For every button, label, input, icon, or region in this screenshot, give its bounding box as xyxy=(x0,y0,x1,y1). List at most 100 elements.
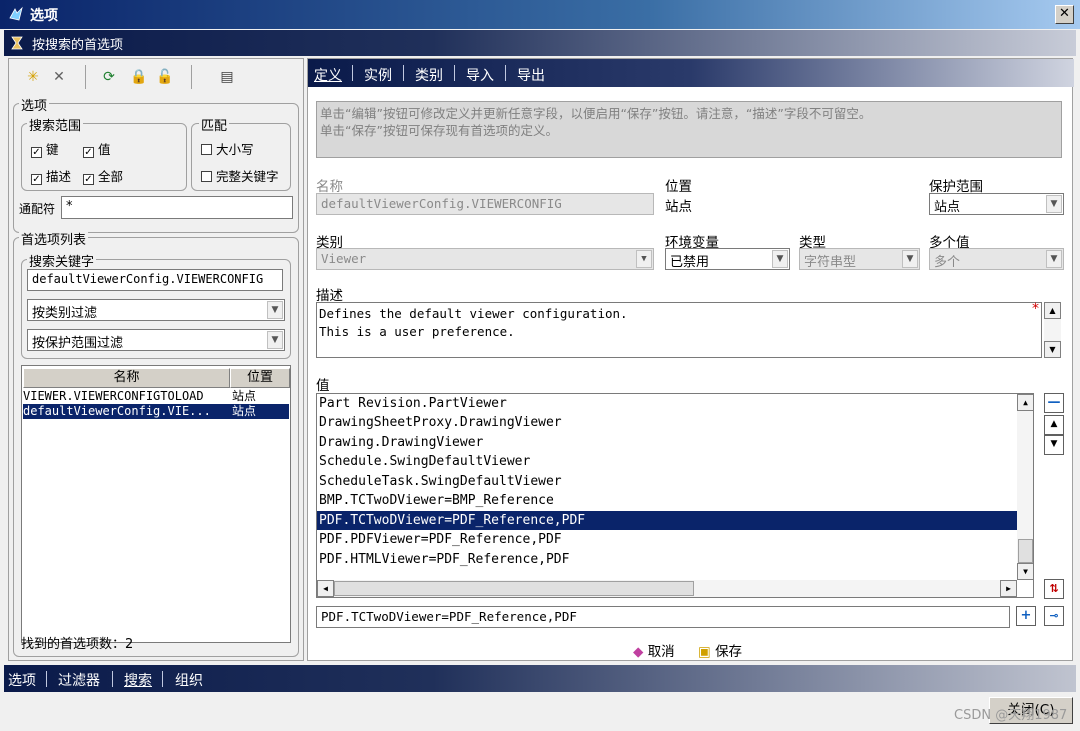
move-up-button[interactable]: ▲ xyxy=(1044,415,1064,435)
list-item[interactable]: Part Revision.PartViewer xyxy=(319,394,507,413)
list-item[interactable]: BMP.TCTwoDViewer=BMP_Reference xyxy=(319,491,554,510)
new-icon[interactable]: ✳ xyxy=(23,67,43,87)
cancel-button[interactable]: ◆ 取消 xyxy=(633,640,675,660)
sort-button[interactable]: ⇅ xyxy=(1044,579,1064,599)
chevron-down-icon: ▼ xyxy=(772,250,788,268)
move-down-button[interactable]: ▼ xyxy=(1044,435,1064,455)
list-item[interactable]: ScheduleTask.SwingDefaultViewer xyxy=(319,472,562,491)
chevron-down-icon: ▼ xyxy=(267,331,283,349)
section-title: 按搜索的首选项 xyxy=(32,38,124,53)
list-item[interactable]: PDF.PDFViewer=PDF_Reference,PDF xyxy=(319,530,562,549)
description-scrollbar[interactable]: ▲ ▼ xyxy=(1044,302,1061,358)
tab-filters[interactable]: 过滤器 xyxy=(58,670,100,690)
cancel-icon: ◆ xyxy=(633,644,644,660)
scroll-up-icon: ▲ xyxy=(1017,394,1033,411)
values-vscrollbar[interactable]: ▲ ▼ xyxy=(1017,394,1033,580)
scope-key-checkbox[interactable]: ✓ 键 xyxy=(31,139,59,158)
list-item[interactable]: DrawingSheetProxy.DrawingViewer xyxy=(319,413,562,432)
chevron-down-icon: ▼ xyxy=(636,250,652,268)
values-list[interactable]: Part Revision.PartViewer DrawingSheetPro… xyxy=(316,393,1034,598)
delete-icon[interactable]: ✕ xyxy=(49,67,69,87)
window-title: 选项 xyxy=(30,8,58,24)
sort-az-icon: ⇅ xyxy=(1049,582,1059,595)
options-legend: 选项 xyxy=(19,95,50,114)
value-edit-input[interactable]: PDF.TCTwoDViewer=PDF_Reference,PDF xyxy=(316,606,1010,628)
location-label: 位置 xyxy=(665,179,692,195)
scroll-thumb xyxy=(1018,539,1033,563)
left-panel: ✳ ✕ ⟳ 🔒 🔓 ▤ 选项 搜索范围 ✓ 键 ✓ 值 ✓ 描述 ✓ 全部 匹配 大小写… xyxy=(8,58,304,661)
column-header-name[interactable]: 名称 xyxy=(23,368,230,388)
scroll-down-icon: ▼ xyxy=(1044,341,1061,358)
list-item[interactable]: PDF.HTMLViewer=PDF_Reference,PDF xyxy=(319,550,569,569)
info-message: 单击“编辑”按钮可修改定义并更新任意字段，以便启用“保存”按钮。请注意，“描述”… xyxy=(316,101,1062,158)
chevron-down-icon: ▼ xyxy=(267,301,283,319)
column-header-location[interactable]: 位置 xyxy=(230,368,290,388)
key-icon: ⊸ xyxy=(1049,609,1059,622)
unlock-icon[interactable]: 🔓 xyxy=(155,67,175,87)
search-scope-legend: 搜索范围 xyxy=(27,115,84,134)
plus-icon: + xyxy=(1020,608,1032,623)
wildcard-label: 通配符 xyxy=(19,202,56,216)
list-item-selected[interactable]: PDF.TCTwoDViewer=PDF_Reference,PDF xyxy=(317,511,1017,530)
scroll-up-icon: ▲ xyxy=(1044,302,1061,319)
key-button[interactable]: ⊸ xyxy=(1044,606,1064,626)
description-label: 描述 xyxy=(316,288,343,304)
watermark: CSDN @天翔1987 xyxy=(954,708,1068,723)
scope-value-checkbox[interactable]: ✓ 值 xyxy=(83,139,111,158)
values-hscrollbar[interactable]: ◀ ▶ xyxy=(317,580,1017,597)
scope-label: 保护范围 xyxy=(929,179,983,195)
search-keyword-legend: 搜索关键字 xyxy=(27,251,97,270)
tab-organize[interactable]: 组织 xyxy=(175,670,203,690)
match-legend: 匹配 xyxy=(199,115,230,134)
tab-definition[interactable]: 定义 xyxy=(314,65,342,85)
tab-categories[interactable]: 类别 xyxy=(415,65,443,85)
match-whole-word-checkbox[interactable]: 完整关键字 xyxy=(201,166,279,185)
table-row-selected[interactable]: defaultViewerConfig.VIE... 站点 xyxy=(23,404,289,419)
tab-export[interactable]: 导出 xyxy=(517,65,545,85)
refresh-icon[interactable]: ⟳ xyxy=(99,67,119,87)
tab-options[interactable]: 选项 xyxy=(8,670,36,690)
multi-value-select: 多个 ▼ xyxy=(929,248,1064,270)
scroll-left-icon: ◀ xyxy=(317,580,334,597)
search-keyword-input[interactable]: defaultViewerConfig.VIEWERCONFIG xyxy=(27,269,283,291)
export-icon[interactable]: ▤ xyxy=(217,67,237,87)
add-value-button[interactable]: + xyxy=(1016,606,1036,626)
category-filter-select[interactable]: 按类别过滤 ▼ xyxy=(27,299,285,321)
scope-description-checkbox[interactable]: ✓ 描述 xyxy=(31,166,71,185)
right-panel: 定义 实例 类别 导入 导出 单击“编辑”按钮可修改定义并更新任意字段，以便启用… xyxy=(307,58,1074,661)
chevron-down-icon: ▼ xyxy=(902,250,918,268)
save-icon: ▣ xyxy=(698,644,711,660)
scope-all-checkbox[interactable]: ✓ 全部 xyxy=(83,166,123,185)
tab-import[interactable]: 导入 xyxy=(466,65,494,85)
lock-icon[interactable]: 🔒 xyxy=(129,67,149,87)
values-label: 值 xyxy=(316,378,330,394)
scope-select[interactable]: 站点 ▼ xyxy=(929,193,1064,215)
tab-instances[interactable]: 实例 xyxy=(364,65,392,85)
wildcard-input[interactable]: * xyxy=(61,196,293,219)
name-label: 名称 xyxy=(316,179,343,195)
app-icon xyxy=(9,6,23,21)
close-icon: ✕ xyxy=(1059,6,1070,21)
match-case-checkbox[interactable]: 大小写 xyxy=(201,139,254,158)
search-prefs-icon xyxy=(11,36,23,50)
scope-filter-select[interactable]: 按保护范围过滤 ▼ xyxy=(27,329,285,351)
list-item[interactable]: Schedule.SwingDefaultViewer xyxy=(319,452,530,471)
env-select[interactable]: 已禁用 ▼ xyxy=(665,248,790,270)
bottom-tabs: 选项 过滤器 搜索 组织 xyxy=(4,665,1076,692)
description-textarea[interactable]: Defines the default viewer configuration… xyxy=(316,302,1042,358)
minus-icon: — xyxy=(1047,395,1061,410)
table-row[interactable]: VIEWER.VIEWERCONFIGTOLOAD 站点 xyxy=(23,389,289,404)
window-close-button[interactable]: ✕ xyxy=(1055,5,1074,24)
scroll-thumb xyxy=(334,581,694,596)
definition-tabs: 定义 实例 类别 导入 导出 xyxy=(308,59,1074,87)
remove-value-button[interactable]: — xyxy=(1044,393,1064,413)
location-value: 站点 xyxy=(665,199,692,215)
list-item[interactable]: Drawing.DrawingViewer xyxy=(319,433,483,452)
tab-search[interactable]: 搜索 xyxy=(124,670,152,690)
save-button[interactable]: ▣ 保存 xyxy=(698,640,742,660)
found-count: 找到的首选项数：2 xyxy=(21,637,134,652)
pref-list-legend: 首选项列表 xyxy=(19,229,89,248)
scroll-right-icon: ▶ xyxy=(1000,580,1017,597)
arrow-up-icon: ▲ xyxy=(1050,419,1058,429)
chevron-down-icon: ▼ xyxy=(1046,250,1062,268)
